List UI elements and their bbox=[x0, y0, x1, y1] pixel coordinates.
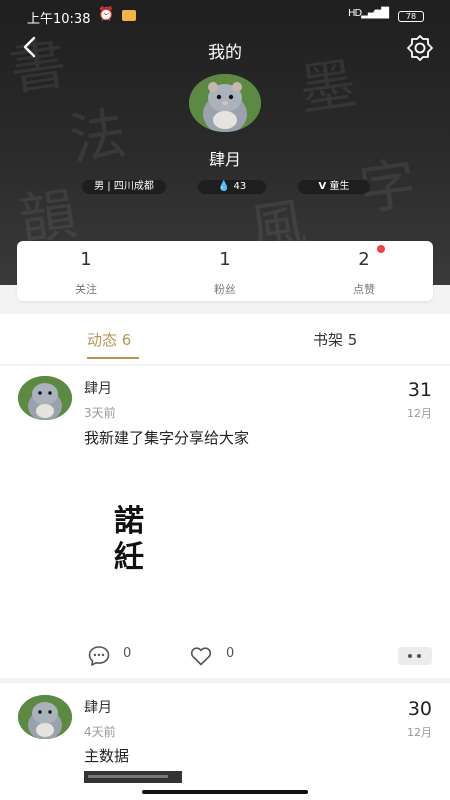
post-time: 4天前 bbox=[84, 725, 116, 739]
post-date-day: 31 bbox=[407, 379, 432, 401]
post-card[interactable]: 肆月 3天前 我新建了集字分享给大家 31 12月 諾 紝 0 0 bbox=[0, 366, 450, 678]
like-icon[interactable] bbox=[189, 644, 213, 668]
post-image-thumbnail[interactable] bbox=[84, 771, 182, 783]
signal-label: HD bbox=[348, 8, 362, 19]
drop-icon: 💧 bbox=[217, 181, 231, 192]
post-card[interactable]: 肆月 4天前 主数据 30 12月 bbox=[0, 683, 450, 800]
more-button[interactable] bbox=[398, 647, 432, 665]
calligraphy-artwork[interactable]: 諾 紝 bbox=[114, 504, 144, 576]
post-author-name[interactable]: 肆月 bbox=[84, 697, 112, 717]
battery-level: 78 bbox=[405, 12, 417, 21]
page-title: 我的 bbox=[208, 43, 242, 63]
post-text: 主数据 bbox=[84, 747, 130, 765]
notification-dot bbox=[377, 245, 385, 253]
home-indicator[interactable] bbox=[142, 790, 308, 794]
stat-following[interactable]: 1 关注 bbox=[17, 241, 155, 301]
post-author-avatar[interactable] bbox=[18, 695, 72, 739]
likes-count: 2 bbox=[358, 249, 370, 270]
post-author-avatar[interactable] bbox=[18, 376, 72, 420]
status-time: 上午10:38 bbox=[27, 12, 91, 27]
drops-count: 43 bbox=[233, 181, 247, 192]
comment-count: 0 bbox=[123, 646, 132, 661]
gender-location-badge: 男 | 四川成都 bbox=[82, 180, 166, 194]
status-bar: 上午10:38 ⏰ HD▂▄▆█ ◠ 78 bbox=[0, 4, 450, 28]
app-notification-icon bbox=[122, 10, 136, 21]
followers-label: 粉丝 bbox=[214, 283, 236, 296]
alarm-icon: ⏰ bbox=[98, 7, 115, 22]
tab-dynamic[interactable]: 动态 6 bbox=[87, 329, 131, 350]
level-icon: V bbox=[318, 181, 327, 192]
profile-name: 肆月 bbox=[208, 150, 241, 169]
content-tabs: 动态 6 书架 5 bbox=[0, 314, 450, 364]
stats-card: 1 关注 1 粉丝 2 点赞 bbox=[17, 241, 433, 301]
stat-followers[interactable]: 1 粉丝 bbox=[156, 241, 294, 301]
post-date-day: 30 bbox=[407, 698, 432, 720]
more-icon bbox=[408, 654, 412, 658]
post-text: 我新建了集字分享给大家 bbox=[84, 429, 250, 447]
stat-likes[interactable]: 2 点赞 bbox=[295, 241, 433, 301]
followers-count: 1 bbox=[219, 249, 231, 270]
battery-icon: 78 bbox=[398, 11, 424, 22]
profile-avatar[interactable] bbox=[189, 74, 261, 132]
hamster-avatar-image bbox=[189, 74, 261, 132]
wifi-icon: ◠ bbox=[372, 7, 384, 22]
hamster-avatar-image bbox=[18, 376, 72, 420]
level-badge[interactable]: V 童生 bbox=[298, 180, 370, 194]
background-calligraphy: 墨 bbox=[295, 51, 361, 124]
drops-badge[interactable]: 💧 43 bbox=[198, 180, 266, 194]
settings-icon[interactable] bbox=[405, 33, 435, 63]
more-icon bbox=[417, 654, 421, 658]
hamster-avatar-image bbox=[18, 695, 72, 739]
likes-label: 点赞 bbox=[353, 283, 375, 296]
artwork-char: 紝 bbox=[114, 540, 144, 575]
post-date-month: 12月 bbox=[407, 726, 432, 739]
post-time: 3天前 bbox=[84, 406, 116, 420]
post-author-name[interactable]: 肆月 bbox=[84, 378, 112, 398]
active-tab-indicator bbox=[87, 357, 139, 359]
artwork-char: 諾 bbox=[114, 504, 144, 539]
post-date-month: 12月 bbox=[407, 407, 432, 420]
like-count: 0 bbox=[226, 646, 235, 661]
following-label: 关注 bbox=[75, 283, 97, 296]
comment-icon[interactable] bbox=[87, 644, 111, 668]
following-count: 1 bbox=[80, 249, 92, 270]
level-label: 童生 bbox=[329, 181, 350, 192]
tab-bookshelf[interactable]: 书架 5 bbox=[313, 329, 357, 350]
